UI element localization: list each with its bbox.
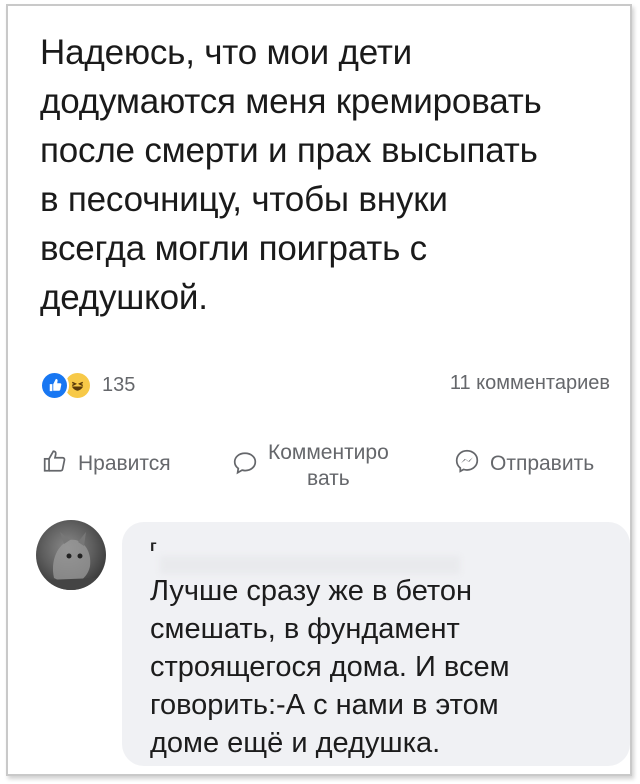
- comment-line: Лучше сразу же в бетон: [150, 575, 472, 607]
- post-line: в песочницу, чтобы внуки: [40, 180, 448, 219]
- post-line: дедушкой.: [40, 278, 208, 317]
- speech-bubble-icon: [232, 450, 258, 482]
- messenger-icon: [454, 448, 480, 480]
- reaction-count: 135: [102, 373, 136, 396]
- post-actions-bar: Нравится Комментиро вать Отправить: [34, 436, 630, 500]
- comment-author-initial: г: [150, 538, 157, 555]
- like-button[interactable]: Нравится: [42, 448, 171, 480]
- comment-button-label: Комментиро вать: [268, 440, 389, 492]
- post-line: всегда могли поиграть с: [40, 229, 427, 268]
- thumbs-up-outline-icon: [42, 448, 68, 480]
- comment-label-line1: Комментиро: [268, 441, 389, 464]
- comment-line: доме ещё и дедушка.: [150, 727, 441, 759]
- send-button[interactable]: Отправить: [454, 448, 594, 480]
- comment-button[interactable]: Комментиро вать: [232, 440, 389, 492]
- post-card: Надеюсь, что мои дети додумаются меня кр…: [6, 4, 632, 776]
- post-line: после смерти и прах высыпать: [40, 131, 538, 170]
- post-text: Надеюсь, что мои дети додумаются меня кр…: [40, 28, 620, 322]
- reactions-summary[interactable]: 135: [40, 370, 135, 400]
- send-button-label: Отправить: [490, 452, 595, 475]
- comment-line: говорить:-А с нами в этом: [150, 689, 499, 721]
- comment-author[interactable]: г: [150, 538, 460, 574]
- comments-count-link[interactable]: 11 комментариев: [450, 372, 610, 395]
- comment-line: строящегося дома. И всем: [150, 651, 510, 683]
- comment-label-line2: вать: [307, 467, 350, 490]
- comment-line: смешать, в фундамент: [150, 613, 460, 645]
- comment-bubble: г Лучше сразу же в бетон смешать, в фунд…: [122, 522, 630, 766]
- comment-text: Лучше сразу же в бетон смешать, в фундам…: [150, 572, 570, 762]
- like-button-label: Нравится: [78, 452, 171, 475]
- post-line: Надеюсь, что мои дети: [40, 33, 413, 72]
- avatar[interactable]: [36, 520, 106, 590]
- post-line: додумаются меня кремировать: [40, 82, 542, 121]
- thumbs-up-icon: [40, 370, 69, 400]
